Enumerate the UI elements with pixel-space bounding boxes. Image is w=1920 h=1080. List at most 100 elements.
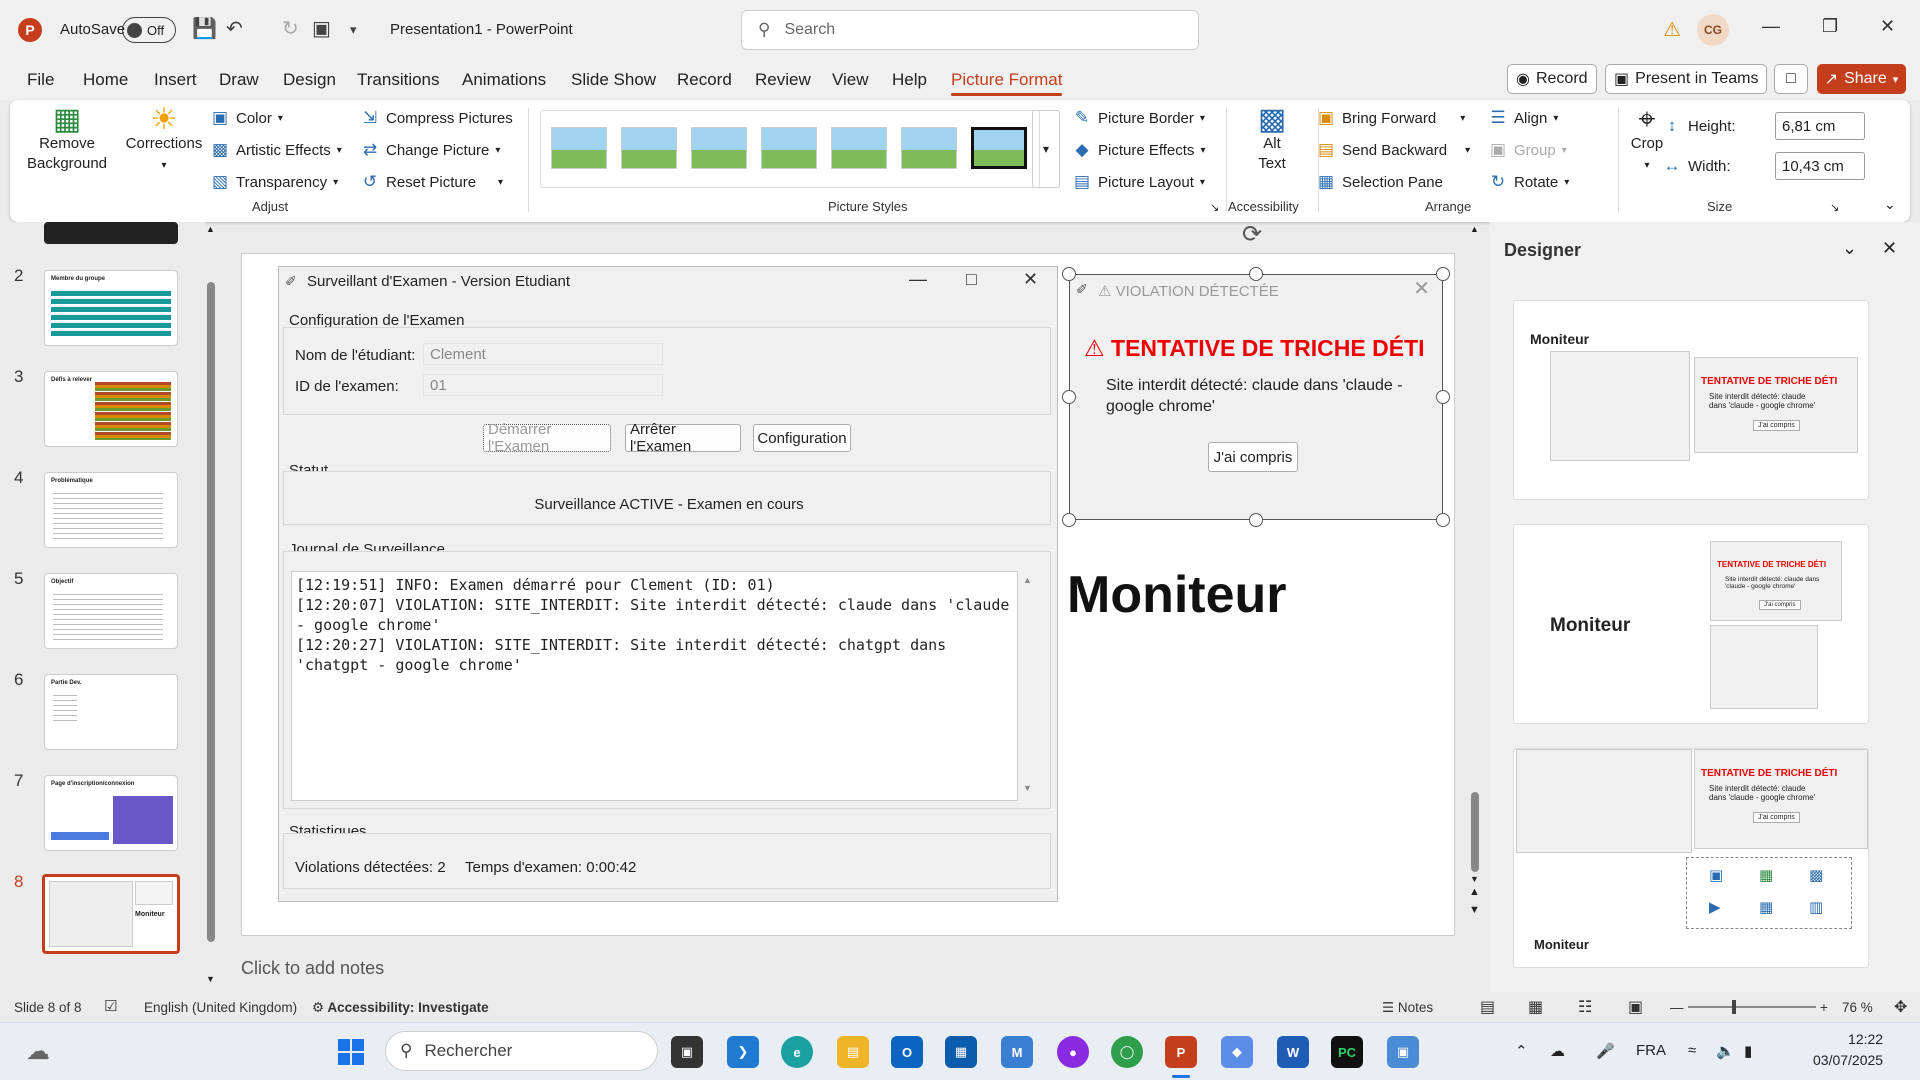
- tab-transitions[interactable]: Transitions: [357, 70, 440, 90]
- powerpoint-taskbar-icon[interactable]: P: [1165, 1036, 1197, 1068]
- design-idea-card-2[interactable]: Moniteur TENTATIVE DE TRICHE DÉTI Site i…: [1513, 524, 1869, 724]
- slide-thumbnail-3[interactable]: Défis à relever: [44, 371, 178, 447]
- picture-style-5[interactable]: [831, 127, 887, 169]
- picture-style-2[interactable]: [621, 127, 677, 169]
- design-idea-card-1[interactable]: Moniteur TENTATIVE DE TRICHE DÉTI Site i…: [1513, 300, 1869, 500]
- input-language[interactable]: FRA: [1636, 1042, 1666, 1059]
- accessibility-status[interactable]: ⚙ Accessibility: Investigate: [312, 1000, 489, 1016]
- rotate-button[interactable]: ↻ Rotate ▾: [1488, 172, 1569, 192]
- slide-thumbnail-8[interactable]: Moniteur: [42, 874, 180, 954]
- slide-thumbnail-6[interactable]: Partie Dev.: [44, 674, 178, 750]
- search-input[interactable]: ⚲ Search: [741, 10, 1199, 50]
- transparency-button[interactable]: ▧ Transparency ▾: [210, 172, 338, 192]
- minimize-icon[interactable]: —: [1762, 16, 1780, 37]
- avatar[interactable]: CG: [1697, 14, 1729, 46]
- slide-sorter-icon[interactable]: ▦: [1528, 997, 1543, 1017]
- align-button[interactable]: ☰ Align ▾: [1488, 108, 1558, 128]
- picture-border-button[interactable]: ✎ Picture Border ▾: [1072, 108, 1205, 128]
- tab-home[interactable]: Home: [83, 70, 128, 90]
- design-idea-card-3[interactable]: TENTATIVE DE TRICHE DÉTI Site interdit d…: [1513, 748, 1869, 968]
- dialog-launcher-icon[interactable]: ↘: [1830, 201, 1839, 214]
- undo-icon[interactable]: ↶: [226, 16, 243, 41]
- change-picture-button[interactable]: ⇄ Change Picture ▾: [360, 140, 501, 160]
- resize-handle-right[interactable]: [1436, 390, 1450, 404]
- show-hidden-icons-icon[interactable]: ⌃: [1515, 1042, 1528, 1060]
- corrections-button[interactable]: ☀ Corrections ▾: [122, 105, 206, 176]
- resize-handle-bottom-left[interactable]: [1062, 513, 1076, 527]
- resize-handle-top-left[interactable]: [1062, 267, 1076, 281]
- notes-button[interactable]: ☰ Notes: [1382, 1000, 1433, 1016]
- picture-style-4[interactable]: [761, 127, 817, 169]
- chevron-down-icon[interactable]: ⌄: [1842, 238, 1857, 259]
- bring-forward-button[interactable]: ▣ Bring Forward ▾: [1316, 108, 1465, 128]
- tab-insert[interactable]: Insert: [154, 70, 197, 90]
- slide-thumbnail-4[interactable]: Problématique: [44, 472, 178, 548]
- selection-pane-button[interactable]: ▦ Selection Pane: [1316, 172, 1443, 192]
- spell-check-icon[interactable]: ☑: [104, 997, 117, 1015]
- violation-popup-image[interactable]: ✐ ⚠ VIOLATION DÉTECTÉE ✕ ⚠ TENTATIVE DE …: [1069, 274, 1443, 520]
- vscode-icon[interactable]: ❯: [727, 1036, 759, 1068]
- zoom-slider-handle[interactable]: [1732, 1000, 1736, 1014]
- color-button[interactable]: ▣ Color ▾: [210, 108, 283, 128]
- picture-style-3[interactable]: [691, 127, 747, 169]
- slide-thumbnail-2[interactable]: Membre du groupe: [44, 270, 178, 346]
- previous-slide-icon[interactable]: ▲: [1469, 886, 1480, 898]
- warning-icon[interactable]: ⚠: [1663, 17, 1681, 42]
- tab-record[interactable]: Record: [677, 70, 732, 90]
- picture-style-7[interactable]: [971, 127, 1027, 169]
- artistic-effects-button[interactable]: ▩ Artistic Effects ▾: [210, 140, 342, 160]
- collapse-ribbon-icon[interactable]: ⌄: [1884, 196, 1896, 213]
- onedrive-icon[interactable]: ☁: [1550, 1042, 1565, 1060]
- redo-icon[interactable]: ↻: [282, 16, 299, 41]
- autosave-toggle[interactable]: Off: [122, 17, 176, 43]
- send-backward-button[interactable]: ▤ Send Backward ▾: [1316, 140, 1470, 160]
- present-in-teams-button[interactable]: ▣ Present in Teams: [1605, 64, 1768, 94]
- width-input[interactable]: 10,43 cm: [1775, 152, 1865, 180]
- reset-picture-button[interactable]: ↺ Reset Picture ▾: [360, 172, 503, 192]
- group-button[interactable]: ▣ Group ▾: [1488, 140, 1567, 160]
- tab-design[interactable]: Design: [283, 70, 336, 90]
- save-icon[interactable]: 💾: [192, 16, 217, 41]
- tab-draw[interactable]: Draw: [219, 70, 259, 90]
- m365-icon[interactable]: M: [1001, 1036, 1033, 1068]
- snipping-tool-icon[interactable]: ◆: [1221, 1036, 1253, 1068]
- chrome-icon[interactable]: ◯: [1111, 1036, 1143, 1068]
- customize-qat-icon[interactable]: ▾: [350, 22, 357, 38]
- weather-icon[interactable]: ☁: [26, 1037, 50, 1066]
- file-explorer-icon[interactable]: ▤: [837, 1036, 869, 1068]
- record-button[interactable]: ◉ Record: [1507, 64, 1597, 94]
- tab-view[interactable]: View: [832, 70, 869, 90]
- tab-file[interactable]: File: [27, 70, 54, 90]
- share-button[interactable]: ↗ Share ▾: [1817, 64, 1906, 94]
- notes-placeholder[interactable]: Click to add notes: [241, 958, 384, 979]
- resize-handle-top[interactable]: [1249, 267, 1263, 281]
- fit-to-window-icon[interactable]: ✥: [1894, 997, 1907, 1017]
- scroll-down-icon[interactable]: ▼: [206, 974, 215, 984]
- tab-animations[interactable]: Animations: [462, 70, 546, 90]
- picture-layout-button[interactable]: ▤ Picture Layout ▾: [1072, 172, 1205, 192]
- tab-slide-show[interactable]: Slide Show: [571, 70, 656, 90]
- slide-title[interactable]: Moniteur: [1067, 565, 1287, 625]
- remove-background-button[interactable]: ▦ Remove Background: [22, 105, 112, 174]
- slideshow-icon[interactable]: ▣: [1628, 997, 1643, 1017]
- alt-text-button[interactable]: ▩ Alt Text: [1232, 105, 1312, 174]
- zoom-slider[interactable]: [1688, 1000, 1816, 1014]
- zoom-level[interactable]: 76 %: [1842, 1000, 1873, 1015]
- reading-view-icon[interactable]: ☷: [1578, 997, 1592, 1017]
- dialog-launcher-icon[interactable]: ↘: [1210, 201, 1219, 214]
- pycharm-icon[interactable]: PC: [1331, 1036, 1363, 1068]
- firefox-icon[interactable]: ●: [1057, 1036, 1089, 1068]
- clock[interactable]: 12:22 03/07/2025: [1813, 1029, 1883, 1071]
- zoom-in-icon[interactable]: +: [1820, 1000, 1828, 1015]
- slide-thumbnail-7[interactable]: Page d'inscription/connexion: [44, 775, 178, 851]
- next-slide-icon[interactable]: ▼: [1469, 904, 1480, 916]
- present-icon[interactable]: ▣: [312, 16, 331, 41]
- picture-style-6[interactable]: [901, 127, 957, 169]
- slide-thumbnail-partial[interactable]: [44, 222, 178, 244]
- taskbar-search[interactable]: ⚲ Rechercher: [385, 1031, 658, 1071]
- compress-pictures-button[interactable]: ⇲ Compress Pictures: [360, 108, 513, 128]
- zoom-out-icon[interactable]: —: [1670, 1000, 1684, 1015]
- monitor-window-image[interactable]: ✐ Surveillant d'Examen - Version Etudian…: [278, 266, 1058, 902]
- scrollbar-thumb[interactable]: [207, 282, 215, 942]
- word-icon[interactable]: W: [1277, 1036, 1309, 1068]
